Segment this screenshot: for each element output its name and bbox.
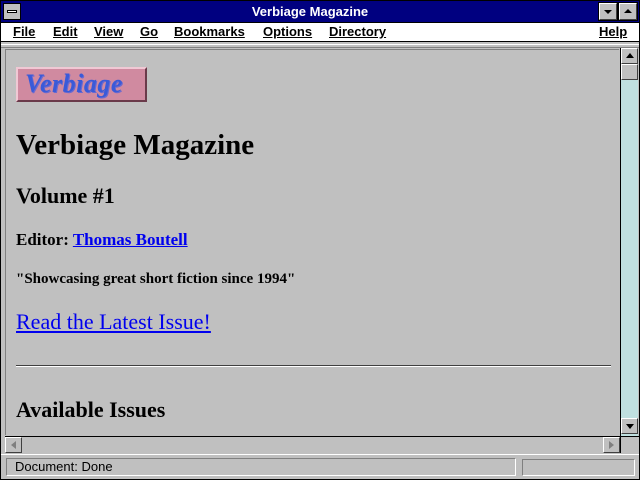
menu-view[interactable]: View xyxy=(94,24,123,40)
menu-options-label: Options xyxy=(263,24,313,39)
menu-help-label: Help xyxy=(599,24,628,39)
menu-directory-label: Directory xyxy=(329,24,387,39)
editor-link[interactable]: Thomas Boutell xyxy=(73,230,188,249)
volume-heading: Volume #1 xyxy=(16,183,115,208)
system-menu-icon xyxy=(7,10,17,13)
editor-label: Editor: xyxy=(16,230,69,249)
scrollbar-corner xyxy=(620,436,639,453)
menu-file-label: File xyxy=(13,24,36,39)
status-text: Document: Done xyxy=(6,458,516,476)
document-content: Verbiage Verbiage Magazine Volume #1 Edi… xyxy=(5,49,619,435)
menu-bar: File Edit View Go Bookmarks Options Dire… xyxy=(1,23,639,42)
arrow-up-icon xyxy=(626,53,634,58)
arrow-right-icon xyxy=(609,441,614,449)
status-bar: Document: Done xyxy=(1,454,639,479)
vertical-scrollbar[interactable] xyxy=(620,48,638,436)
menu-help[interactable]: Help xyxy=(599,24,627,40)
available-issues-heading: Available Issues xyxy=(16,397,166,422)
latest-issue-link[interactable]: Read the Latest Issue! xyxy=(16,309,211,335)
system-menu-button[interactable] xyxy=(3,3,21,20)
menu-directory[interactable]: Directory xyxy=(329,24,386,40)
window-title: Verbiage Magazine xyxy=(251,4,369,19)
scroll-left-button[interactable] xyxy=(5,437,22,453)
vertical-scroll-thumb[interactable] xyxy=(621,64,638,80)
browser-window: Verbiage Magazine File Edit View Go Book… xyxy=(0,0,640,480)
menu-file[interactable]: File xyxy=(13,24,35,40)
menu-options[interactable]: Options xyxy=(263,24,312,40)
menu-go-label: Go xyxy=(140,24,159,39)
arrow-down-icon xyxy=(626,424,634,429)
menu-edit[interactable]: Edit xyxy=(53,24,78,40)
verbiage-logo: Verbiage xyxy=(16,67,147,102)
title-bar[interactable]: Verbiage Magazine xyxy=(1,1,639,23)
scroll-up-button[interactable] xyxy=(621,48,638,64)
menu-go[interactable]: Go xyxy=(140,24,158,40)
toolbar-separator xyxy=(1,42,639,48)
menu-edit-label: Edit xyxy=(53,24,78,39)
minimize-icon xyxy=(604,10,612,14)
scroll-down-button[interactable] xyxy=(621,418,638,434)
menu-bookmarks-label: Bookmarks xyxy=(174,24,245,39)
maximize-icon xyxy=(624,9,632,13)
menu-bookmarks[interactable]: Bookmarks xyxy=(174,24,245,40)
logo-text: Verbiage xyxy=(25,69,123,98)
tagline: "Showcasing great short fiction since 19… xyxy=(16,271,296,287)
horizontal-scrollbar[interactable] xyxy=(5,436,620,453)
scroll-right-button[interactable] xyxy=(603,437,620,453)
minimize-button[interactable] xyxy=(598,2,618,21)
arrow-left-icon xyxy=(11,441,16,449)
page-title: Verbiage Magazine xyxy=(16,129,255,161)
editor-line: Editor: Thomas Boutell xyxy=(16,230,188,250)
horizontal-rule xyxy=(16,365,611,367)
maximize-button[interactable] xyxy=(618,2,638,21)
progress-indicator xyxy=(522,459,635,476)
menu-view-label: View xyxy=(94,24,124,39)
